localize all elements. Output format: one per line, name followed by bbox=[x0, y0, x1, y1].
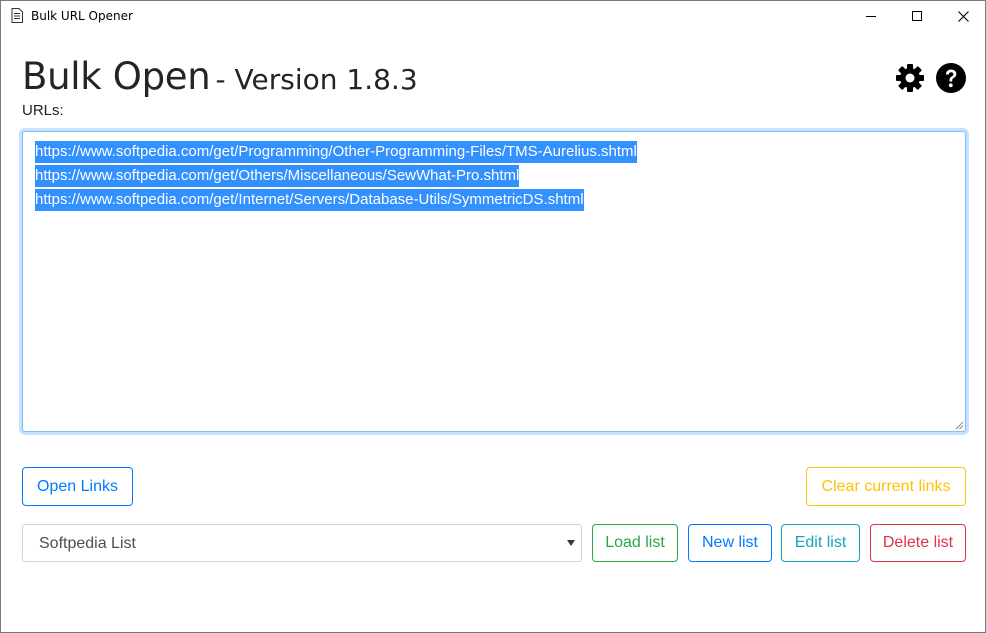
url-line: https://www.softpedia.com/get/Others/Mis… bbox=[35, 164, 965, 188]
url-line: https://www.softpedia.com/get/Internet/S… bbox=[35, 188, 965, 212]
delete-list-button[interactable]: Delete list bbox=[870, 524, 966, 562]
minimize-icon bbox=[866, 16, 876, 17]
page-title: Bulk Open - Version 1.8.3 bbox=[22, 55, 418, 98]
url-line: https://www.softpedia.com/get/Programmin… bbox=[35, 140, 965, 164]
resize-grip-icon[interactable] bbox=[954, 420, 964, 430]
close-icon bbox=[957, 10, 969, 22]
urls-label: URLs: bbox=[22, 102, 64, 119]
clear-links-button[interactable]: Clear current links bbox=[806, 467, 966, 506]
title-bar[interactable]: Bulk URL Opener bbox=[1, 1, 985, 31]
question-circle-icon[interactable] bbox=[935, 62, 967, 94]
document-icon bbox=[11, 8, 23, 23]
list-select-value: Softpedia List bbox=[39, 535, 136, 552]
maximize-button[interactable] bbox=[894, 1, 940, 31]
urls-textarea[interactable]: https://www.softpedia.com/get/Programmin… bbox=[22, 131, 966, 432]
gear-icon[interactable] bbox=[894, 62, 926, 94]
app-name: Bulk Open bbox=[22, 55, 211, 98]
maximize-icon bbox=[912, 11, 922, 21]
list-select[interactable]: Softpedia List bbox=[22, 524, 582, 562]
app-version: - Version 1.8.3 bbox=[215, 63, 418, 96]
window-title: Bulk URL Opener bbox=[31, 9, 133, 23]
minimize-button[interactable] bbox=[848, 1, 894, 31]
close-button[interactable] bbox=[940, 1, 986, 31]
caret-down-icon bbox=[567, 540, 575, 546]
new-list-button[interactable]: New list bbox=[688, 524, 772, 562]
app-window: Bulk URL Opener Bulk Open - Version 1.8.… bbox=[0, 0, 986, 633]
edit-list-button[interactable]: Edit list bbox=[781, 524, 860, 562]
load-list-button[interactable]: Load list bbox=[592, 524, 678, 562]
open-links-button[interactable]: Open Links bbox=[22, 467, 133, 506]
